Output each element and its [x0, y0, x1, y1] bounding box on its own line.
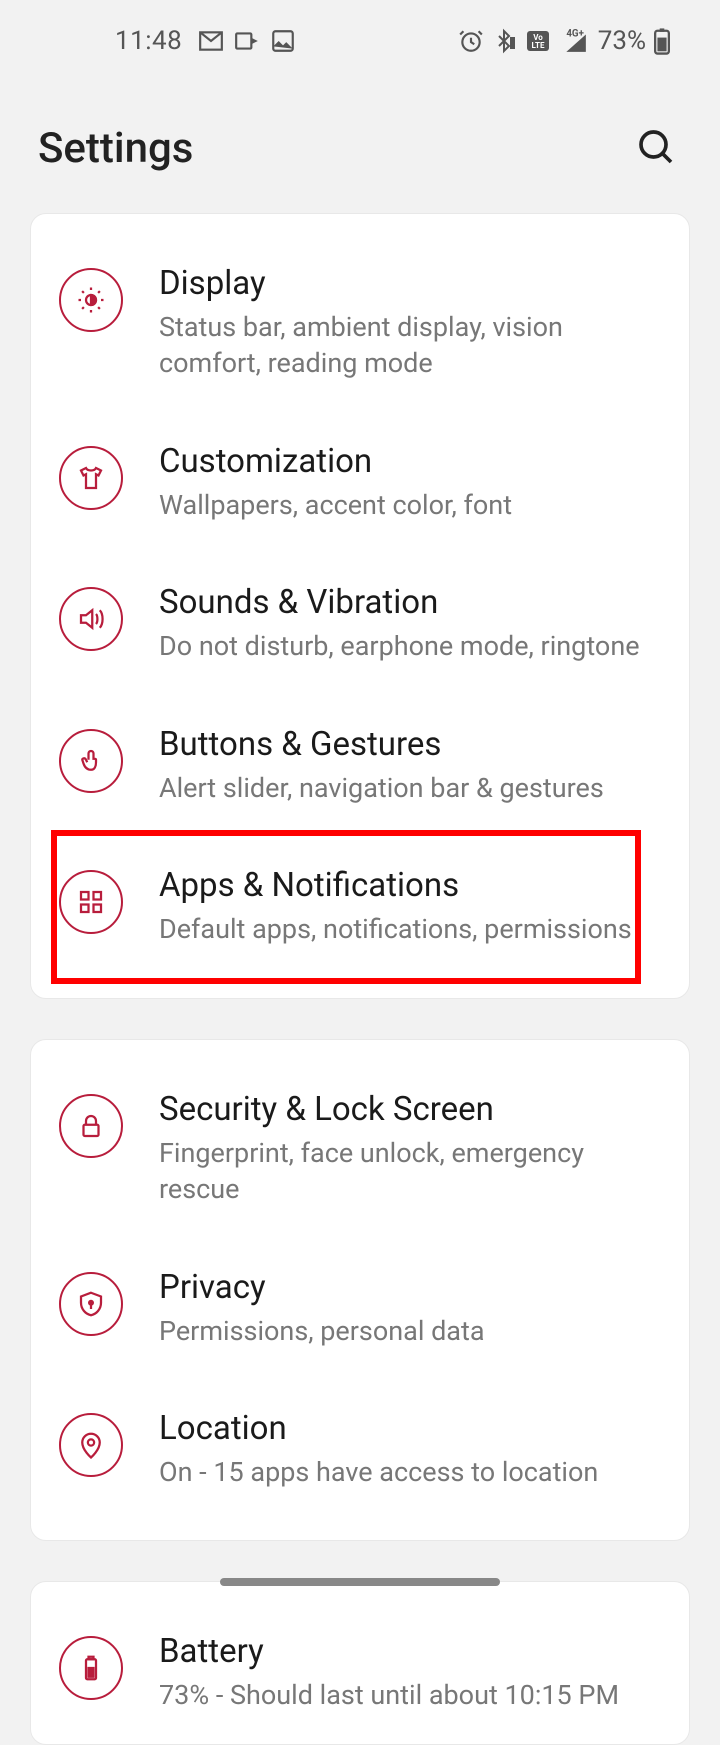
settings-group-1: Display Status bar, ambient display, vis…: [30, 213, 690, 999]
settings-item-location[interactable]: Location On - 15 apps have access to loc…: [31, 1379, 689, 1520]
settings-item-battery[interactable]: Battery 73% - Should last until about 10…: [31, 1602, 689, 1743]
signal-icon: 4G+: [560, 28, 590, 54]
search-icon: [636, 127, 676, 171]
settings-group-2: Security & Lock Screen Fingerprint, face…: [30, 1039, 690, 1542]
nav-handle[interactable]: [220, 1578, 500, 1586]
settings-item-customization[interactable]: Customization Wallpapers, accent color, …: [31, 412, 689, 553]
bluetooth-battery-icon: [492, 28, 516, 54]
location-icon: [59, 1413, 123, 1477]
settings-item-apps[interactable]: Apps & Notifications Default apps, notif…: [31, 836, 689, 977]
apps-icon: [59, 870, 123, 934]
alarm-icon: [458, 28, 484, 54]
item-subtitle: Default apps, notifications, permissions: [159, 911, 661, 947]
settings-item-security[interactable]: Security & Lock Screen Fingerprint, face…: [31, 1060, 689, 1238]
item-title: Apps & Notifications: [159, 866, 661, 905]
volte-icon: VoLTE: [524, 29, 552, 53]
item-title: Customization: [159, 442, 661, 481]
status-bar: 11:48 VoLTE 4G+ 73%: [0, 0, 720, 74]
settings-item-display[interactable]: Display Status bar, ambient display, vis…: [31, 234, 689, 412]
item-title: Sounds & Vibration: [159, 583, 661, 622]
touch-icon: [59, 729, 123, 793]
item-subtitle: Alert slider, navigation bar & gestures: [159, 770, 661, 806]
settings-group-3: Battery 73% - Should last until about 10…: [30, 1581, 690, 1744]
gmail-icon: [198, 28, 224, 54]
item-title: Privacy: [159, 1268, 661, 1307]
item-title: Buttons & Gestures: [159, 725, 661, 764]
item-subtitle: On - 15 apps have access to location: [159, 1454, 661, 1490]
battery-setting-icon: [59, 1636, 123, 1700]
svg-text:LTE: LTE: [531, 41, 544, 50]
battery-percentage: 73%: [598, 26, 646, 56]
item-subtitle: Do not disturb, earphone mode, ringtone: [159, 628, 661, 664]
outlook-icon: [234, 28, 260, 54]
svg-text:4G+: 4G+: [566, 29, 584, 40]
settings-item-buttons[interactable]: Buttons & Gestures Alert slider, navigat…: [31, 695, 689, 836]
battery-icon: [654, 27, 670, 55]
page-title: Settings: [38, 124, 193, 173]
item-subtitle: Status bar, ambient display, vision comf…: [159, 309, 661, 382]
shirt-icon: [59, 446, 123, 510]
status-time: 11:48: [115, 26, 182, 56]
image-icon: [270, 28, 296, 54]
item-title: Battery: [159, 1632, 661, 1671]
item-title: Location: [159, 1409, 661, 1448]
item-subtitle: Wallpapers, accent color, font: [159, 487, 661, 523]
item-subtitle: 73% - Should last until about 10:15 PM: [159, 1677, 661, 1713]
settings-item-sounds[interactable]: Sounds & Vibration Do not disturb, earph…: [31, 553, 689, 694]
item-subtitle: Fingerprint, face unlock, emergency resc…: [159, 1135, 661, 1208]
search-button[interactable]: [632, 125, 680, 173]
lock-icon: [59, 1094, 123, 1158]
shield-icon: [59, 1272, 123, 1336]
item-subtitle: Permissions, personal data: [159, 1313, 661, 1349]
page-header: Settings: [0, 74, 720, 213]
settings-item-privacy[interactable]: Privacy Permissions, personal data: [31, 1238, 689, 1379]
item-title: Display: [159, 264, 661, 303]
item-title: Security & Lock Screen: [159, 1090, 661, 1129]
display-icon: [59, 268, 123, 332]
speaker-icon: [59, 587, 123, 651]
